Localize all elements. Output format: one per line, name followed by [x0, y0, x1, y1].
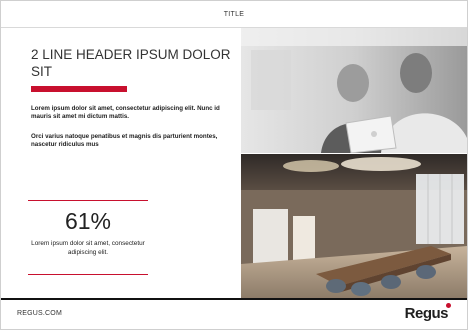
office-meeting-room-photo	[241, 154, 467, 299]
paragraph-1: Lorem ipsum dolor sit amet, consectetur …	[31, 105, 220, 121]
paragraph-2: Orci varius natoque penatibus et magnis …	[31, 133, 218, 149]
page-title: TITLE	[223, 10, 245, 18]
logo-dot	[446, 303, 451, 308]
two-men-laptop-photo	[241, 28, 467, 153]
stat-divider-top	[28, 200, 148, 201]
office-meeting-room-illustration	[241, 154, 467, 299]
image-column	[241, 28, 467, 299]
accent-bar	[31, 86, 127, 92]
stat-value: 61%	[64, 208, 112, 234]
slide-page: TITLE 2 LINE HEADER IPSUM DOLOR SIT Lore…	[0, 0, 468, 330]
two-men-laptop-illustration	[241, 28, 467, 153]
content-area: 2 LINE HEADER IPSUM DOLOR SIT Lorem ipsu…	[1, 28, 467, 299]
regus-logo: Regus	[405, 302, 451, 322]
footer-url: REGUS.COM	[17, 310, 62, 317]
headline: 2 LINE HEADER IPSUM DOLOR SIT	[31, 47, 231, 79]
footer-rule	[1, 298, 467, 300]
text-column: 2 LINE HEADER IPSUM DOLOR SIT Lorem ipsu…	[1, 28, 241, 299]
stat-divider-bottom	[28, 274, 148, 275]
header-bar: TITLE	[1, 1, 467, 28]
stat-caption: Lorem ipsum dolor sit amet, consectetur …	[31, 240, 145, 256]
logo-wordmark: Regus	[404, 305, 449, 322]
